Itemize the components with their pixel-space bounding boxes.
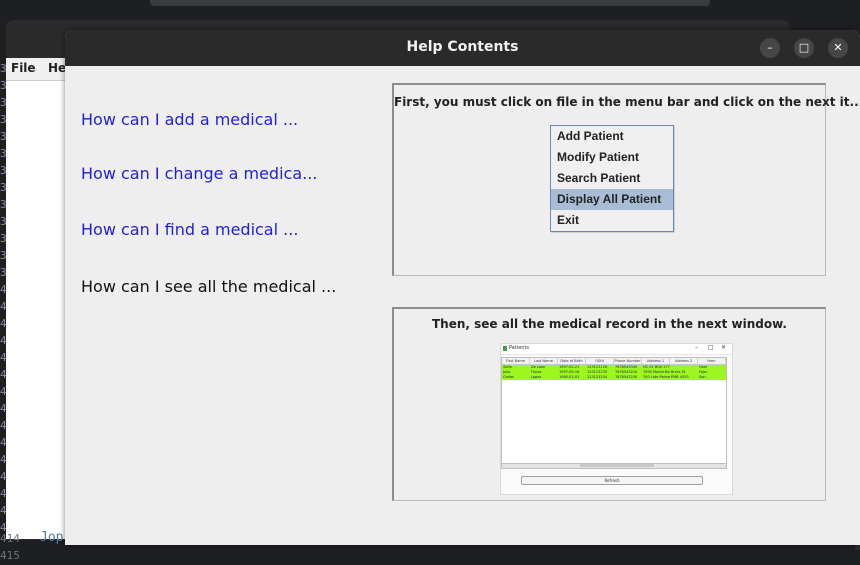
mini-col: Address 1 (642, 358, 670, 364)
mini-cell: San (699, 375, 706, 379)
mini-cell: 350 Late Palmeras (643, 375, 670, 379)
mini-refresh-button: Refresh (521, 476, 703, 485)
mini-col: Date of Birth (558, 358, 586, 364)
panel2-caption: Then, see all the medical record in the … (431, 317, 787, 331)
menu-item-search-patient: Search Patient (557, 171, 641, 185)
minimize-button[interactable]: – (760, 38, 780, 58)
mini-cell: Carlos (503, 375, 514, 379)
mini-window-title: Patients (509, 345, 530, 351)
topic-see-all-link[interactable]: How can I see all the medical ... (81, 277, 336, 296)
instruction-panel-2: Then, see all the medical record in the … (392, 307, 826, 501)
file-menu-illustration: Add Patient Modify Patient Search Patien… (550, 125, 674, 232)
mini-patient-table: First Name Last Name Date of Birth OSHI … (501, 357, 727, 469)
panel1-caption: First, you must click on file in the men… (394, 95, 860, 109)
mini-col: Phone Number (614, 358, 642, 364)
editor-bottom-lines: 414 415 (0, 530, 20, 564)
background-topbar (150, 0, 710, 6)
instruction-panel-1: First, you must click on file in the men… (392, 83, 860, 276)
background-content (6, 80, 66, 539)
window-title: Help Contents (406, 39, 519, 55)
mini-col: First Name (502, 358, 530, 364)
mini-cell: PMB 4553 (671, 375, 689, 379)
help-menu[interactable]: He (48, 61, 66, 75)
mini-col: OSHI (586, 358, 614, 364)
mini-minimize-icon: – (695, 344, 698, 351)
mini-col: Last Name (530, 358, 558, 364)
mini-cell: Lopez (531, 375, 542, 379)
topic-find-link[interactable]: How can I find a medical ... (81, 220, 298, 239)
mini-table-row: Carlos Lopez 1980-01-01 123123234 787654… (502, 375, 726, 380)
mini-cell: 1980-01-01 (559, 375, 580, 379)
menu-item-modify-patient: Modify Patient (557, 150, 640, 164)
menu-item-display-all-patient: Display All Patient (551, 189, 673, 210)
editor-code-fragment: Jop (40, 530, 64, 545)
topic-add-link[interactable]: How can I add a medical ... (81, 110, 298, 129)
background-menubar: File He (6, 58, 66, 80)
mini-col: Hom (698, 358, 726, 364)
close-button[interactable]: ✕ (828, 38, 848, 58)
line-number: 415 (0, 549, 20, 562)
mini-col: Address 2 (670, 358, 698, 364)
mini-cell: 123123234 (587, 375, 608, 379)
app-icon (503, 346, 507, 351)
mini-title-bar: Patients – □ ✕ (501, 344, 732, 355)
mini-cell: 7876543230 (615, 375, 638, 379)
title-bar[interactable]: Help Contents – □ ✕ (65, 30, 860, 66)
menu-item-add-patient: Add Patient (557, 129, 624, 143)
help-window: Help Contents – □ ✕ How can I add a medi… (65, 30, 860, 545)
mini-close-icon: ✕ (721, 344, 727, 351)
mini-maximize-icon: □ (708, 344, 714, 351)
patients-window-screenshot: Patients – □ ✕ First Name Last Name Date… (500, 343, 733, 495)
line-number: 414 (0, 532, 20, 545)
topic-change-link[interactable]: How can I change a medica... (81, 164, 317, 183)
file-menu[interactable]: File (11, 61, 36, 75)
menu-item-exit: Exit (557, 213, 580, 227)
mini-table-header: First Name Last Name Date of Birth OSHI … (502, 358, 726, 365)
mini-horizontal-scrollbar (502, 463, 726, 468)
maximize-button[interactable]: □ (794, 38, 814, 58)
